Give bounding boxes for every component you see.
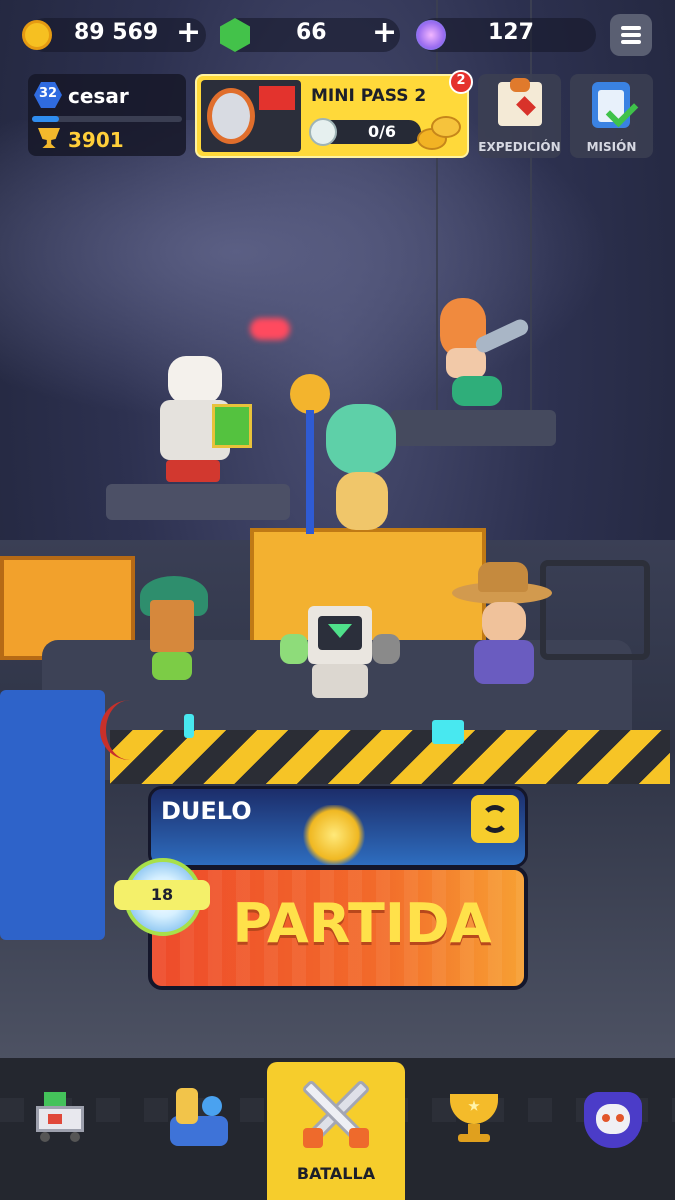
menu-button[interactable] [610, 14, 652, 56]
blue-box [0, 690, 105, 940]
add-gems-button[interactable]: + [372, 16, 397, 50]
nav-tab-clan[interactable] [556, 1058, 675, 1200]
mermaid-character[interactable] [430, 298, 531, 410]
pass-title: MINI PASS 2 [311, 86, 427, 106]
xp-bar [32, 116, 182, 122]
trophy-count: 3901 [68, 128, 124, 152]
trophy-icon [38, 128, 60, 148]
coin-stack-icon [417, 110, 463, 152]
hazard-stripes [110, 730, 670, 784]
pass-reward-icon [309, 118, 337, 146]
golden-staff [290, 374, 330, 534]
dragon-character[interactable] [320, 392, 406, 532]
crossed-swords-icon [299, 1076, 373, 1150]
upper-left-platform [106, 484, 290, 520]
shopping-cart-icon [28, 1092, 90, 1142]
play-button-label: PARTIDA [232, 892, 492, 955]
hanging-platform [390, 410, 556, 446]
skull-shield-icon [580, 1088, 646, 1150]
coins-value: 89 569 [74, 20, 159, 45]
tiki-character[interactable] [136, 576, 212, 682]
expedicion-button[interactable]: EXPEDICIÓN [478, 74, 561, 158]
clipboard-check-icon [592, 82, 639, 128]
background-red-light [250, 318, 290, 340]
pass-progress: 0/6 [367, 122, 397, 141]
level-value: 32 [38, 86, 58, 101]
purple-orb-icon [416, 20, 446, 50]
chess-pieces-icon [170, 1088, 228, 1148]
nav-tab-trophies[interactable] [414, 1058, 534, 1200]
robot-character[interactable] [280, 606, 400, 710]
add-coins-button[interactable]: + [176, 16, 201, 50]
player-profile[interactable]: 32 cesar 3901 [28, 74, 186, 156]
tokens-value: 127 [488, 20, 534, 45]
mini-pass-panel[interactable]: MINI PASS 2 0/6 2 [195, 70, 473, 158]
xp-bar-fill [32, 116, 59, 122]
cowboy-character[interactable] [452, 562, 562, 688]
nav-tab-battle-label: BATALLA [296, 1164, 376, 1183]
nav-tab-shop[interactable] [0, 1058, 120, 1200]
game-mode-selector[interactable]: DUELO [148, 786, 528, 868]
mision-label: MISIÓN [586, 140, 637, 154]
refresh-icon [481, 805, 509, 833]
gold-coin-icon [22, 20, 52, 50]
game-scene-background [0, 0, 675, 1200]
expedicion-label: EXPEDICIÓN [478, 140, 561, 154]
nav-tab-battle[interactable]: BATALLA [267, 1062, 405, 1200]
change-mode-button[interactable] [471, 795, 519, 843]
gems-value: 66 [296, 20, 327, 45]
player-name: cesar [68, 84, 129, 108]
vault-icon [207, 88, 255, 144]
trophy-cup-icon [438, 1094, 510, 1144]
treasure-map-icon [498, 78, 542, 126]
skeleton-character[interactable] [150, 356, 252, 484]
player-level-number: 18 [150, 885, 174, 904]
pass-sticker-icon [259, 86, 295, 110]
pass-notification-count: 2 [456, 73, 466, 88]
hanging-wire [530, 0, 532, 410]
cyan-light [184, 714, 194, 738]
mision-button[interactable]: MISIÓN [570, 74, 653, 158]
cyan-light [432, 720, 464, 744]
game-mode-label: DUELO [161, 797, 252, 825]
trophy-icon [301, 805, 367, 865]
pass-art [201, 80, 301, 152]
nav-tab-collection[interactable] [140, 1058, 260, 1200]
